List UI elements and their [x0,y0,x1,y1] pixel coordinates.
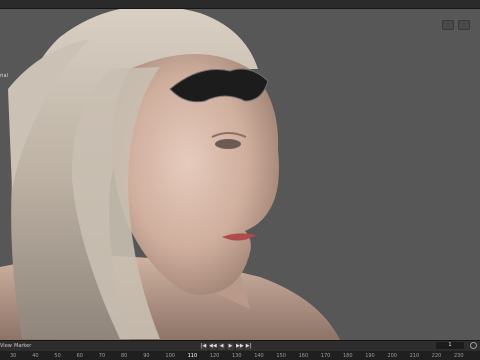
editor-window: rial View Marker |◀ ◀◀ ◀ ▶ ▶▶ ▶| 1 30 40 5… [0,0,480,360]
ruler-tick: 110 [187,353,198,359]
ruler-tick: 230 [454,353,464,359]
playback-controls: |◀ ◀◀ ◀ ▶ ▶▶ ▶| [200,342,252,350]
ruler-tick: 60 [76,353,83,359]
3d-viewport[interactable]: rial [0,9,480,340]
eye [215,139,241,149]
ruler-tick: 140 [254,353,264,359]
ruler-tick: 100 [165,353,175,359]
jump-start-button[interactable]: |◀ [200,342,207,350]
play-reverse-button[interactable]: ◀ [218,342,225,350]
ruler-tick: 120 [209,353,220,359]
jump-prev-keyframe-button[interactable]: ◀◀ [209,342,217,350]
jump-next-keyframe-button[interactable]: ▶▶ [236,342,244,350]
ruler-tick: 70 [98,353,106,359]
menu-marker[interactable]: Marker [14,343,31,349]
jump-end-button[interactable]: ▶| [245,342,252,350]
ruler-tick: 210 [409,353,420,359]
top-header-bar [0,0,480,9]
ruler-tick: 30 [10,353,17,359]
timeline-header: View Marker |◀ ◀◀ ◀ ▶ ▶▶ ▶| 1 [0,341,480,351]
ruler-tick: 40 [32,353,39,359]
ruler-tick: 90 [143,353,150,359]
play-button[interactable]: ▶ [227,342,234,350]
viewport-gizmo-button[interactable] [442,20,454,30]
viewport-options-button[interactable] [458,20,470,30]
clock-icon[interactable] [470,342,477,349]
timeline-editor: View Marker |◀ ◀◀ ◀ ▶ ▶▶ ▶| 1 30 40 50 60 70… [0,340,480,360]
ruler-tick: 160 [298,353,309,359]
ruler-tick: 220 [431,353,442,359]
sculpt-render [0,9,480,340]
ruler-tick: 200 [387,353,397,359]
current-frame-field[interactable]: 1 [436,342,464,349]
ruler-tick: 180 [343,353,353,359]
ruler-tick: 170 [320,353,331,359]
viewport-shading-label: rial [0,73,8,79]
ruler-tick: 80 [121,353,128,359]
menu-view[interactable]: View [0,343,12,349]
ruler-tick: 150 [276,353,286,359]
ruler-tick: 50 [54,353,61,359]
ruler-tick: 190 [365,353,375,359]
ruler-tick: 130 [232,353,242,359]
frame-ruler[interactable]: 30 40 50 60 70 80 90 100 110 120 130 140 150 160 170 18… [0,351,480,360]
